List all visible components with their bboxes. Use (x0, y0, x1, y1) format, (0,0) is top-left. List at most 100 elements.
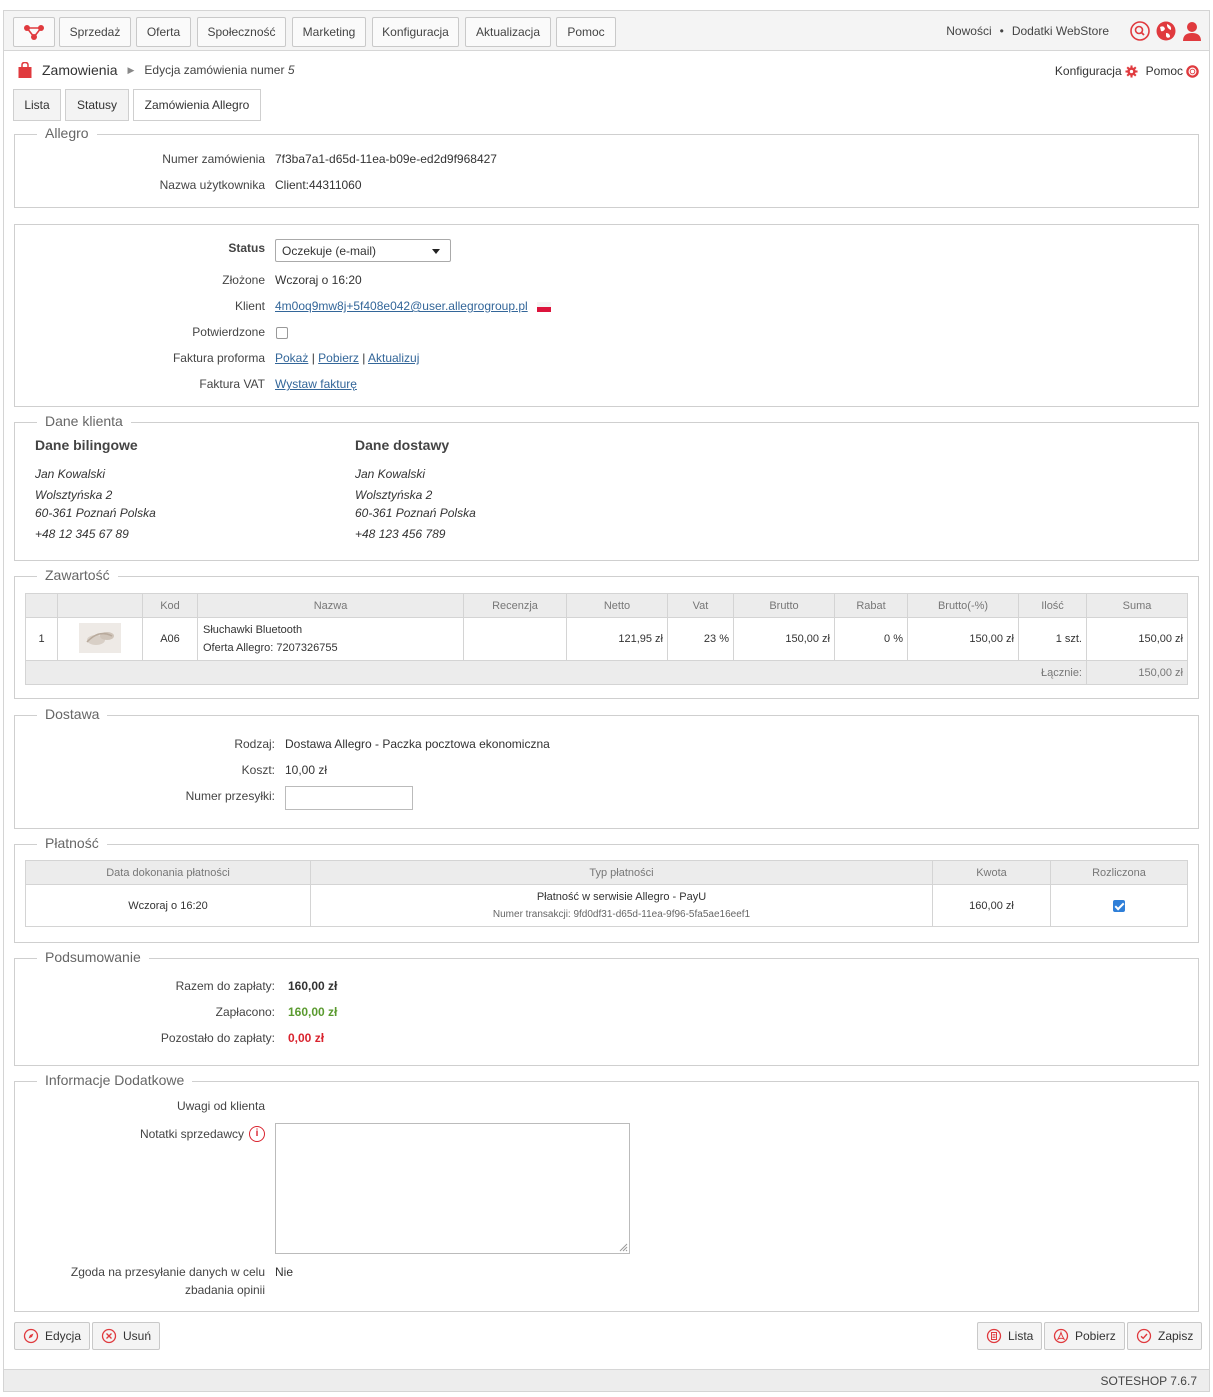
delivery-cost-label: Koszt: (241, 763, 275, 777)
order-number-value: 7f3ba7a1-d65d-11ea-b09e-ed2d9f968427 (275, 152, 497, 166)
col-net: Netto (566, 593, 668, 618)
order-number-label: Numer zamówienia (162, 152, 265, 166)
edit-button[interactable]: Edycja (14, 1322, 91, 1350)
payment-table-header: Data dokonania płatności Typ płatności K… (25, 860, 1188, 885)
left-to-pay-value: 0,00 zł (288, 1031, 325, 1045)
delivery-title: Dane dostawy (355, 437, 450, 453)
tab-list[interactable]: Lista (13, 89, 61, 121)
status-select[interactable]: Oczekuje (e-mail) (275, 239, 451, 262)
top-links: Nowości • Dodatki WebStore (946, 24, 1109, 38)
col-vat: Vat (667, 593, 734, 618)
settled-checkbox[interactable] (1113, 900, 1125, 912)
product-review (463, 617, 567, 661)
consent-value: Nie (275, 1265, 294, 1279)
total-due-label: Razem do zapłaty: (175, 979, 275, 993)
addons-link[interactable]: Dodatki WebStore (1012, 24, 1109, 38)
paid-label: Zapłacono: (215, 1005, 275, 1019)
news-link[interactable]: Nowości (946, 24, 991, 38)
compass-icon (23, 1328, 39, 1344)
header-links: Konfiguracja Pomoc (1055, 64, 1199, 79)
product-thumbnail[interactable] (57, 617, 143, 661)
product-net: 121,95 zł (566, 617, 668, 661)
row-index: 1 (25, 617, 58, 661)
col-payment-settled: Rozliczona (1050, 860, 1188, 885)
col-review: Recenzja (463, 593, 567, 618)
resize-handle-icon[interactable] (618, 1242, 628, 1252)
vat-invoice-link[interactable]: Wystaw fakturę (275, 377, 357, 391)
col-payment-type: Typ płatności (310, 860, 933, 885)
col-payment-amount: Kwota (932, 860, 1051, 885)
pdf-icon (1053, 1328, 1069, 1344)
col-code: Kod (142, 593, 198, 618)
info-icon[interactable]: i (249, 1126, 265, 1142)
breadcrumb-section[interactable]: Zamowienia (42, 62, 117, 78)
left-to-pay-label: Pozostało do zapłaty: (160, 1031, 275, 1045)
product-name-cell: Słuchawki Bluetooth Oferta Allegro: 7207… (197, 617, 464, 661)
breadcrumb-arrow-icon: ▶ (127, 64, 135, 75)
search-icon[interactable] (1129, 20, 1151, 42)
payment-type: Płatność w serwisie Allegro - PayU (536, 890, 707, 903)
product-sum: 150,00 zł (1086, 617, 1188, 661)
delivery-section: Dostawa Rodzaj: Dostawa Allegro - Paczka… (14, 706, 1199, 829)
payment-amount: 160,00 zł (932, 884, 1051, 927)
app-frame: Sprzedaż Oferta Społeczność Marketing Ko… (3, 10, 1210, 1392)
nav-update[interactable]: Aktualizacja (465, 17, 551, 47)
product-image (79, 622, 121, 653)
footer-version: SOTESHOP 7.6.7 (4, 1369, 1209, 1391)
tab-statuses[interactable]: Statusy (65, 89, 129, 121)
nav-sales[interactable]: Sprzedaż (59, 17, 131, 47)
logo-icon (24, 25, 44, 40)
delivery-type-label: Rodzaj: (234, 737, 275, 751)
payment-section: Płatność Data dokonania płatności Typ pł… (14, 835, 1199, 943)
extra-info-legend: Informacje Dodatkowe (37, 1072, 193, 1088)
proforma-show-link[interactable]: Pokaż (275, 351, 308, 365)
contents-table: Kod Nazwa Recenzja Netto Vat Brutto Raba… (25, 593, 1188, 685)
table-row: 1 A06 Słuchawki Bluetooth Oferta Allegro… (25, 617, 1188, 661)
product-gross-discount: 150,00 zł (907, 617, 1019, 661)
username-label: Nazwa użytkownika (159, 178, 265, 192)
col-sum: Suma (1086, 593, 1188, 618)
seller-notes-textarea[interactable] (275, 1123, 630, 1254)
save-button[interactable]: Zapisz (1127, 1322, 1203, 1350)
col-gross-discount: Brutto(-%) (907, 593, 1019, 618)
status-label: Status (228, 241, 265, 255)
client-email-link[interactable]: 4m0oq9mw8j+5f408e042@user.allegrogroup.p… (275, 299, 528, 313)
proforma-update-link[interactable]: Aktualizuj (368, 351, 419, 365)
product-discount: 0 % (834, 617, 908, 661)
breadcrumb: Zamowienia ▶ Edycja zamówienia numer 5 (18, 62, 295, 78)
nav-community[interactable]: Społeczność (197, 17, 286, 47)
allegro-offer: Oferta Allegro: 7207326755 (203, 642, 338, 654)
delete-button[interactable]: Usuń (92, 1322, 161, 1350)
nav-offer[interactable]: Oferta (136, 17, 191, 47)
total-due-value: 160,00 zł (288, 979, 338, 993)
nav-configuration[interactable]: Konfiguracja (372, 17, 459, 47)
product-name[interactable]: Słuchawki Bluetooth (203, 621, 462, 639)
product-vat: 23 % (667, 617, 734, 661)
confirmed-checkbox[interactable] (276, 327, 288, 339)
tab-allegro-orders[interactable]: Zamówienia Allegro (133, 89, 261, 121)
delivery-address: Jan Kowalski Wolsztyńska 2 60-361 Poznań… (355, 467, 476, 541)
total-label: Łącznie: (25, 660, 1087, 685)
proforma-label: Faktura proforma (172, 351, 265, 365)
user-icon[interactable] (1181, 20, 1203, 42)
download-button[interactable]: Pobierz (1044, 1322, 1125, 1350)
globe-icon[interactable] (1155, 20, 1177, 42)
config-link[interactable]: Konfiguracja (1055, 64, 1138, 78)
tracking-number-input[interactable] (285, 786, 413, 810)
col-payment-date: Data dokonania płatności (25, 860, 311, 885)
nav-help[interactable]: Pomoc (556, 17, 616, 47)
delivery-legend: Dostawa (37, 706, 108, 722)
placed-label: Złożone (222, 273, 265, 287)
summary-section: Podsumowanie Razem do zapłaty: 160,00 zł… (14, 949, 1199, 1066)
table-row: Wczoraj o 16:20 Płatność w serwisie Alle… (25, 884, 1188, 927)
nav-marketing[interactable]: Marketing (292, 17, 366, 47)
vat-invoice-label: Faktura VAT (199, 377, 265, 391)
list-doc-icon (986, 1328, 1002, 1344)
help-link[interactable]: Pomoc (1146, 64, 1199, 79)
delivery-cost-value: 10,00 zł (285, 763, 328, 777)
confirmed-label: Potwierdzone (192, 325, 265, 339)
seller-notes-label: Notatki sprzedawcy (139, 1127, 244, 1141)
proforma-download-link[interactable]: Pobierz (318, 351, 359, 365)
list-button[interactable]: Lista (977, 1322, 1043, 1350)
home-logo-button[interactable] (13, 17, 55, 47)
